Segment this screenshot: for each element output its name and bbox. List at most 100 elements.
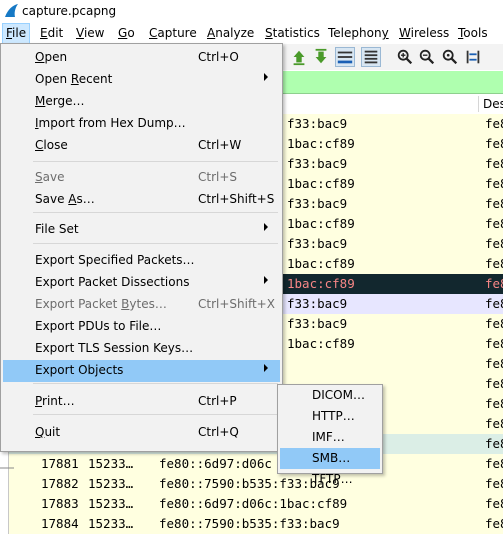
submenu-arrow-icon	[264, 364, 268, 372]
packet-list-header: Des	[283, 94, 503, 115]
packet-number: 17883	[41, 496, 79, 511]
menu-item-label: Export Packet Dissections	[35, 275, 189, 289]
zoom-out-button[interactable]	[417, 47, 437, 67]
file-menu-export-specified[interactable]: Export Specified Packets…	[3, 250, 280, 272]
packet-number: 17881	[41, 456, 79, 471]
menu-analyze[interactable]: Analyze	[207, 26, 254, 40]
file-menu-export-pdus[interactable]: Export PDUs to File…	[3, 316, 280, 338]
file-menu-close[interactable]: Close Ctrl+W	[3, 135, 280, 157]
packet-source: f33:bac9	[287, 296, 348, 311]
menu-telephony[interactable]: Telephony	[328, 26, 389, 40]
menu-file[interactable]: File	[2, 23, 31, 44]
menu-item-label: Open	[35, 50, 67, 64]
packet-destination: fe8	[485, 196, 503, 211]
export-objects-dicom[interactable]: DICOM…	[280, 385, 380, 406]
label-text: Export Packet Dissections	[35, 275, 190, 289]
menu-label-rest: tatistics	[272, 26, 320, 40]
zoom-out-icon	[419, 49, 435, 65]
menu-tools[interactable]: Tools	[458, 26, 488, 40]
file-menu-file-set[interactable]: File Set	[3, 219, 280, 241]
file-menu-quit[interactable]: Quit Ctrl+Q	[3, 422, 280, 444]
menu-mnemonic: y	[381, 26, 389, 40]
menu-separator	[33, 212, 278, 213]
packet-row[interactable]: 17884 15233… fe80::7590:b535:f33:bac9 fe8	[0, 514, 503, 534]
zoom-in-button[interactable]	[395, 47, 415, 67]
packet-source: f33:bac9	[287, 196, 348, 211]
file-menu-save: Save Ctrl+S	[3, 167, 280, 189]
file-menu-save-as[interactable]: Save As… Ctrl+Shift+S	[3, 189, 280, 211]
file-menu-export-objects[interactable]: Export Objects	[3, 360, 280, 382]
packet-source: fe80::6d97:d06c	[159, 456, 272, 471]
auto-scroll-button[interactable]	[335, 47, 355, 67]
menu-separator	[33, 383, 278, 384]
go-last-button[interactable]	[311, 47, 331, 67]
packet-destination: fe8	[485, 276, 503, 291]
export-objects-smb[interactable]: SMB…	[280, 448, 380, 469]
resize-columns-button[interactable]	[463, 47, 483, 67]
resize-columns-icon	[466, 50, 480, 64]
menu-label-rest: ools	[463, 26, 488, 40]
menu-item-label: SMB…	[312, 451, 351, 465]
column-header-destination[interactable]: Des	[483, 97, 503, 111]
packet-row[interactable]: 17881 15233… fe80::6d97:d06c fe8	[0, 454, 503, 474]
export-objects-http[interactable]: HTTP…	[280, 406, 380, 427]
file-menu-export-tls[interactable]: Export TLS Session Keys…	[3, 338, 280, 360]
packet-number: 17884	[41, 516, 79, 531]
menu-item-label: HTTP…	[312, 409, 355, 423]
packet-destination: fe8	[485, 356, 503, 371]
file-menu-export-dissections[interactable]: Export Packet Dissections	[3, 272, 280, 294]
menu-view[interactable]: View	[76, 26, 104, 40]
window-title: capture.pcapng	[22, 4, 117, 18]
menu-wireless[interactable]: Wireless	[399, 26, 449, 40]
submenu-arrow-icon	[264, 276, 268, 284]
export-objects-imf[interactable]: IMF…	[280, 427, 380, 448]
column-separator[interactable]	[478, 96, 479, 112]
display-filter-input[interactable]	[283, 71, 503, 94]
shortcut-text: Ctrl+Shift+S	[198, 192, 275, 206]
packet-source: 1bac:cf89	[287, 136, 355, 151]
packet-row[interactable]: 1788215233…fe80::7590:b535:f33:bac9fe8	[0, 474, 503, 494]
packet-source: f33:bac9	[287, 316, 348, 331]
export-objects-submenu: DICOM… HTTP… IMF… SMB… TFTP…	[277, 384, 383, 486]
menu-item-label: IMF…	[312, 430, 345, 444]
menu-go[interactable]: Go	[118, 26, 135, 40]
menu-capture[interactable]: Capture	[149, 26, 197, 40]
menu-mnemonic: A	[207, 26, 216, 40]
file-menu-open-recent[interactable]: Open Recent	[3, 69, 280, 91]
label-text: s…	[76, 192, 95, 206]
file-menu-merge[interactable]: Merge…	[3, 91, 280, 113]
menu-item-label: Export Specified Packets…	[35, 253, 195, 267]
menu-item-label: DICOM…	[312, 388, 365, 402]
submenu-arrow-icon	[264, 73, 268, 81]
menu-item-label: Quit	[35, 425, 60, 439]
label-text: ave	[42, 170, 65, 184]
file-menu-print[interactable]: Print… Ctrl+P	[3, 391, 280, 413]
menu-bar: File Edit View Go Capture Analyze Statistics Te…	[0, 22, 503, 44]
go-first-button[interactable]	[289, 47, 309, 67]
shortcut-text: Ctrl+O	[198, 50, 239, 64]
label-text: erge…	[45, 94, 85, 108]
menu-item-label: Save	[35, 170, 64, 184]
menu-label-rest: iew	[83, 26, 105, 40]
menu-edit[interactable]: Edit	[40, 26, 63, 40]
file-menu-import-hex[interactable]: Import from Hex Dump…	[3, 113, 280, 135]
colorize-button[interactable]	[361, 47, 381, 67]
packet-destination: fe8	[485, 416, 503, 431]
label-text: Export Specified Packets…	[35, 253, 195, 267]
menu-label-rest: nalyze	[215, 26, 255, 40]
file-menu-open[interactable]: Open Ctrl+O	[3, 47, 280, 69]
export-objects-tftp[interactable]: TFTP…	[280, 469, 380, 490]
packet-destination: fe8	[485, 336, 503, 351]
menu-item-label: File Set	[35, 222, 79, 236]
packet-row[interactable]: 17883 15233… fe80::6d97:d06c:1bac:cf89 fe8	[0, 494, 503, 514]
label-text: Export Packet	[35, 297, 122, 311]
menu-statistics[interactable]: Statistics	[265, 26, 320, 40]
main-toolbar	[283, 44, 503, 70]
packet-destination: fe8	[485, 176, 503, 191]
menu-item-label: Export TLS Session Keys…	[35, 341, 193, 355]
packet-source: f33:bac9	[287, 116, 348, 131]
menu-mnemonic: V	[76, 26, 84, 40]
zoom-reset-button[interactable]	[440, 47, 460, 67]
menu-label-rest: apture	[157, 26, 197, 40]
label-text: uit	[44, 425, 61, 439]
